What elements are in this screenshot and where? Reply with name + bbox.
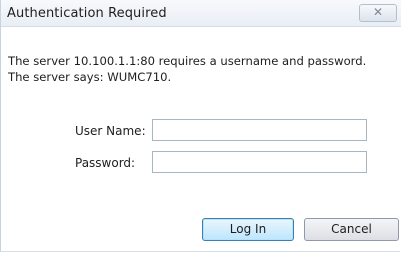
auth-message: The server 10.100.1.1:80 requires a user…: [8, 53, 366, 85]
password-label: Password:: [75, 156, 136, 170]
login-button[interactable]: Log In: [202, 218, 294, 241]
cancel-button[interactable]: Cancel: [304, 218, 399, 241]
username-input[interactable]: [152, 119, 367, 141]
username-label: User Name:: [75, 124, 146, 138]
auth-dialog: Authentication Required ✕ The server 10.…: [0, 0, 401, 252]
password-input[interactable]: [152, 151, 367, 173]
message-line-realm: The server says: WUMC710.: [8, 70, 172, 84]
dialog-title: Authentication Required: [7, 6, 167, 21]
message-line-server: The server 10.100.1.1:80 requires a user…: [8, 54, 367, 68]
close-icon: ✕: [372, 5, 384, 19]
title-bar: Authentication Required ✕: [1, 0, 401, 27]
close-button[interactable]: ✕: [359, 4, 397, 22]
